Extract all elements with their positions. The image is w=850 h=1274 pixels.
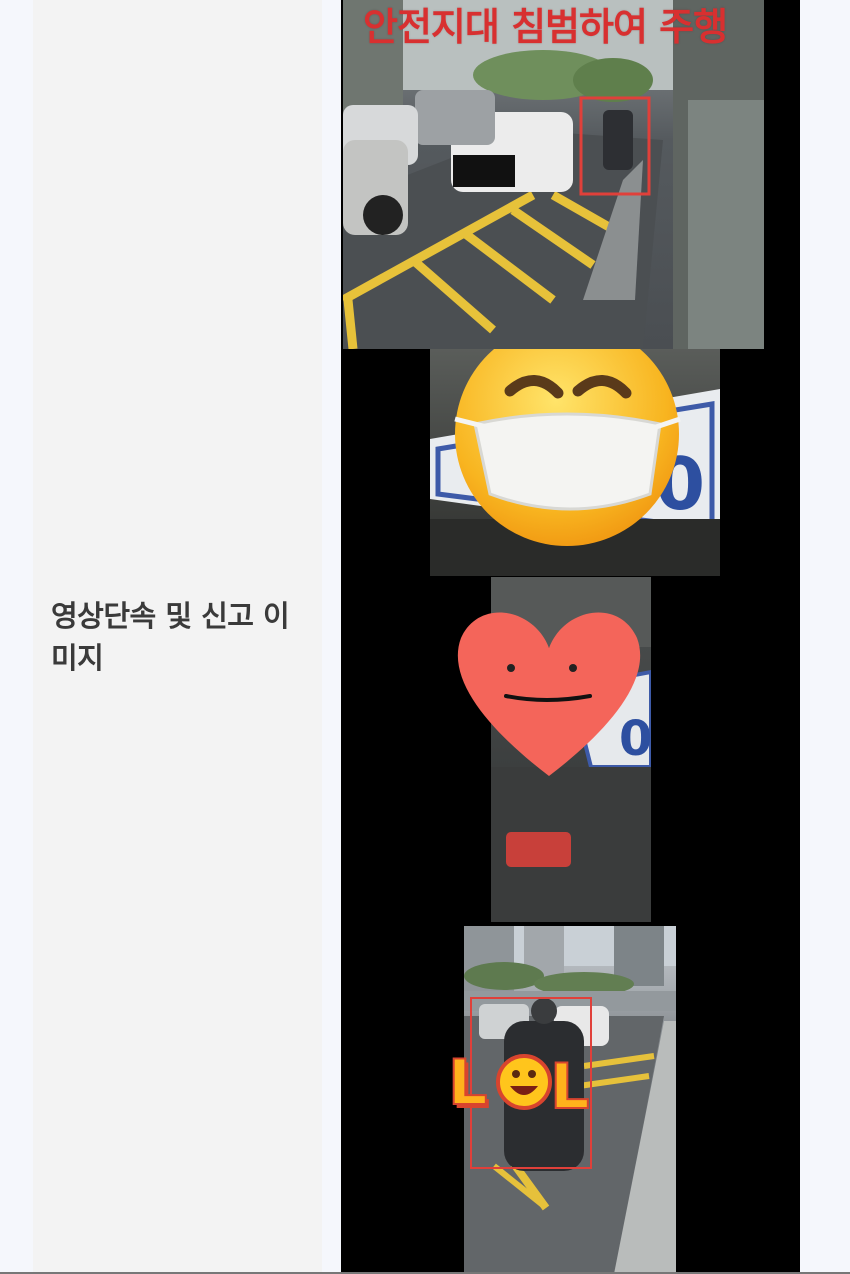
lol-sticker-art: L L L (447, 1045, 591, 1124)
evidence-image-column: 안전지대 침범하여 주행 0 0 L L L (341, 0, 800, 1274)
evidence-photo-street[interactable]: 안전지대 침범하여 주행 (343, 0, 764, 349)
smiling-heart-icon (457, 612, 641, 776)
lol-sticker-icon: L L L (446, 1040, 616, 1124)
evidence-photo-plate-closeup[interactable]: 0 (430, 349, 720, 576)
report-label-cell: 영상단속 및 신고 이미지 (33, 0, 322, 1274)
violation-caption: 안전지대 침범하여 주행 (363, 5, 728, 49)
report-label: 영상단속 및 신고 이미지 (51, 599, 290, 676)
street-scene (343, 0, 764, 349)
mask-face-emoji-icon (454, 349, 681, 546)
svg-text:L: L (448, 1046, 488, 1119)
svg-text:L: L (550, 1050, 590, 1120)
